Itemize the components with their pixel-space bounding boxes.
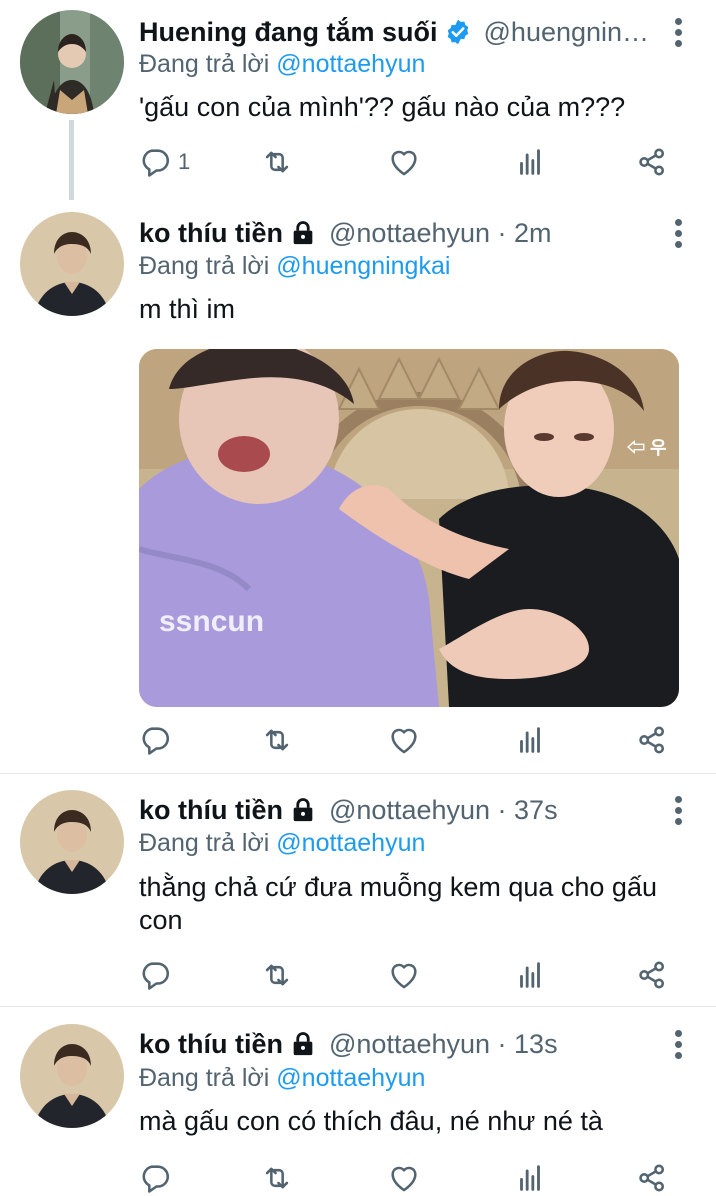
user-handle[interactable]: @nottaehyun xyxy=(329,1029,490,1060)
retweet-icon xyxy=(260,958,294,992)
shirt-print-text: ssncun xyxy=(159,605,264,638)
share-icon xyxy=(635,723,669,757)
replying-to: Đang trả lời @nottaehyun xyxy=(139,1064,425,1093)
timestamp-text: · 2m xyxy=(497,217,552,248)
retweet-icon xyxy=(260,145,294,179)
avatar[interactable] xyxy=(20,212,124,316)
stats-icon xyxy=(513,1161,547,1195)
tweet-text: thằng chả cứ đưa muỗng kem qua cho gấu c… xyxy=(139,872,657,935)
timestamp-text: · 13s xyxy=(497,1028,558,1059)
user-handle[interactable]: @huengning... xyxy=(484,17,656,48)
replying-mention[interactable]: @nottaehyun xyxy=(276,50,425,78)
display-name[interactable]: ko thíu tiền xyxy=(139,218,283,249)
retweet-button[interactable] xyxy=(260,142,294,182)
avatar[interactable] xyxy=(20,1024,124,1128)
replying-prefix: Đang trả lời xyxy=(139,829,270,857)
action-bar xyxy=(138,1158,678,1196)
reply-button[interactable]: 1 xyxy=(138,142,190,182)
share-button[interactable] xyxy=(635,720,669,760)
action-bar xyxy=(138,955,678,995)
share-button[interactable] xyxy=(635,1158,669,1196)
heart-icon xyxy=(387,723,421,757)
like-button[interactable] xyxy=(387,955,421,995)
avatar[interactable] xyxy=(20,10,124,114)
like-button[interactable] xyxy=(387,1158,421,1196)
stats-icon xyxy=(513,958,547,992)
more-options-icon[interactable] xyxy=(668,213,688,253)
tweet[interactable]: Huening đang tắm suối @huengning... Đang… xyxy=(0,0,716,200)
reply-icon xyxy=(138,145,172,179)
replying-mention[interactable]: @nottaehyun xyxy=(276,829,425,857)
lock-icon xyxy=(289,796,317,824)
replying-prefix: Đang trả lời xyxy=(139,1064,270,1092)
stats-icon xyxy=(513,723,547,757)
action-bar: 1 xyxy=(138,142,678,182)
more-options-icon[interactable] xyxy=(668,790,688,830)
more-options-icon[interactable] xyxy=(668,12,688,52)
stats-button[interactable] xyxy=(513,720,547,760)
lock-icon xyxy=(289,219,317,247)
verified-icon xyxy=(444,18,472,46)
replying-to: Đang trả lời @huengningkai xyxy=(139,252,450,281)
stats-button[interactable] xyxy=(513,1158,547,1196)
share-icon xyxy=(635,1161,669,1195)
retweet-button[interactable] xyxy=(260,720,294,760)
reply-icon xyxy=(138,958,172,992)
retweet-button[interactable] xyxy=(260,1158,294,1196)
replying-mention[interactable]: @huengningkai xyxy=(276,252,450,280)
timestamp-text: · 37s xyxy=(497,794,558,825)
stats-button[interactable] xyxy=(513,142,547,182)
timestamp[interactable]: · 13s xyxy=(490,1029,558,1060)
share-icon xyxy=(635,145,669,179)
replying-to: Đang trả lời @nottaehyun xyxy=(139,829,425,858)
tweet-text: m thì im xyxy=(139,294,236,324)
share-button[interactable] xyxy=(635,955,669,995)
replying-prefix: Đang trả lời xyxy=(139,252,270,280)
action-bar xyxy=(138,720,678,760)
heart-icon xyxy=(387,958,421,992)
replying-prefix: Đang trả lời xyxy=(139,50,270,78)
share-button[interactable] xyxy=(635,142,669,182)
tweet-text: 'gấu con của mình'?? gấu nào của m??? xyxy=(139,92,626,122)
tweet[interactable]: ko thíu tiền @nottaehyun · 37s Đang trả … xyxy=(0,774,716,1006)
replying-to: Đang trả lời @nottaehyun xyxy=(139,50,425,79)
like-button[interactable] xyxy=(387,142,421,182)
reply-button[interactable] xyxy=(138,1158,178,1196)
lock-icon xyxy=(289,1030,317,1058)
reply-count: 1 xyxy=(178,149,191,174)
retweet-button[interactable] xyxy=(260,955,294,995)
more-options-icon[interactable] xyxy=(668,1024,688,1064)
video-overlay-text: ⇦ 우 xyxy=(627,438,667,458)
like-button[interactable] xyxy=(387,720,421,760)
display-name[interactable]: ko thíu tiền xyxy=(139,1029,283,1060)
display-name[interactable]: ko thíu tiền xyxy=(139,795,283,826)
stats-icon xyxy=(513,145,547,179)
reply-icon xyxy=(138,1161,172,1195)
tweet-text: mà gấu con có thích đâu, né như né tà xyxy=(139,1106,603,1136)
heart-icon xyxy=(387,1161,421,1195)
user-handle[interactable]: @nottaehyun xyxy=(329,795,490,826)
reply-button[interactable] xyxy=(138,720,178,760)
display-name[interactable]: Huening đang tắm suối xyxy=(139,17,438,48)
retweet-icon xyxy=(260,723,294,757)
timestamp[interactable]: · 2m xyxy=(490,218,552,249)
reply-button[interactable] xyxy=(138,955,178,995)
timestamp[interactable]: · 37s xyxy=(490,795,558,826)
stats-button[interactable] xyxy=(513,955,547,995)
retweet-icon xyxy=(260,1161,294,1195)
share-icon xyxy=(635,958,669,992)
tweet[interactable]: ko thíu tiền @nottaehyun · 13s Đang trả … xyxy=(0,1007,716,1196)
reply-icon xyxy=(138,723,172,757)
tweet-media-image[interactable]: ssncun ⇦ 우 xyxy=(139,349,679,707)
heart-icon xyxy=(387,145,421,179)
user-handle[interactable]: @nottaehyun xyxy=(329,218,490,249)
avatar[interactable] xyxy=(20,790,124,894)
replying-mention[interactable]: @nottaehyun xyxy=(276,1064,425,1092)
